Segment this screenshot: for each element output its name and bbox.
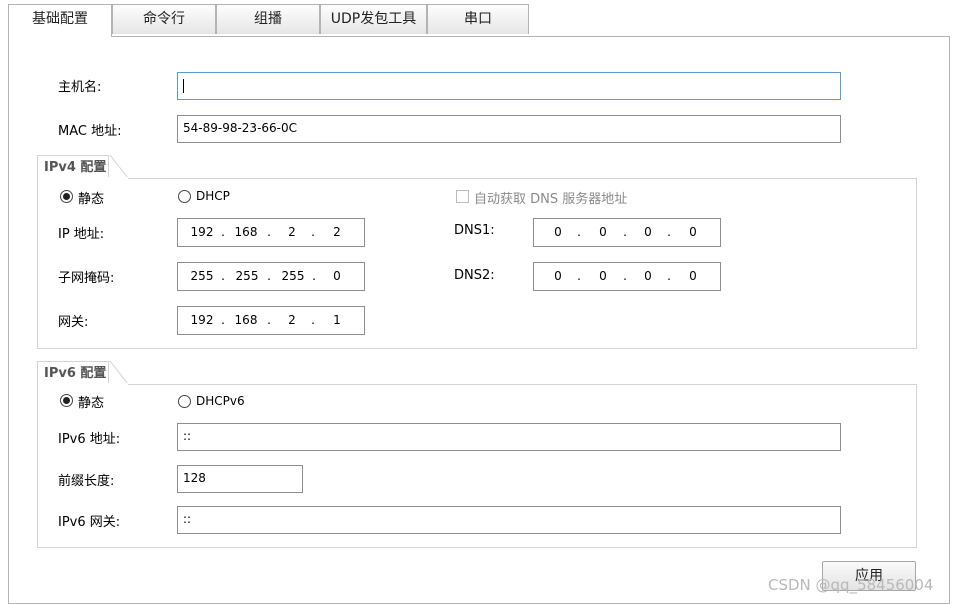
- tab-basic-config[interactable]: 基础配置: [8, 4, 112, 37]
- dns2-octet-2: 0: [599, 269, 607, 283]
- dot-separator: .: [312, 269, 316, 283]
- dns1-octet-3: 0: [644, 225, 652, 239]
- tab-command-line[interactable]: 命令行: [112, 4, 216, 34]
- ipv4-group-title: IPv4 配置: [37, 155, 109, 179]
- mask-octet-2: 255: [235, 269, 259, 283]
- mac-address-field[interactable]: 54-89-98-23-66-0C: [177, 115, 841, 143]
- dot-separator: .: [577, 225, 581, 239]
- dns1-label: DNS1:: [454, 223, 495, 238]
- hostname-input[interactable]: [177, 72, 841, 100]
- dot-separator: .: [267, 269, 271, 283]
- dot-separator: .: [623, 225, 627, 239]
- tab-label: 串口: [464, 11, 492, 27]
- gateway-label: 网关:: [58, 315, 89, 330]
- dot-separator: .: [221, 225, 225, 239]
- ipv4-dhcp-radio[interactable]: [178, 190, 191, 203]
- ipv6-gateway-label: IPv6 网关:: [58, 515, 121, 530]
- watermark-text: CSDN @qq_58456004: [768, 576, 934, 594]
- ipv6-static-radio[interactable]: [60, 394, 73, 407]
- gateway-octet-4: 1: [333, 313, 341, 327]
- dot-separator: .: [267, 225, 271, 239]
- tab-serial[interactable]: 串口: [427, 4, 529, 34]
- mask-octet-1: 255: [190, 269, 214, 283]
- tab-label: 命令行: [143, 11, 185, 27]
- tab-bar: 基础配置 命令行 组播 UDP发包工具 串口: [0, 0, 953, 37]
- ipv6-group-title: IPv6 配置: [37, 361, 109, 385]
- ipv6-dhcpv6-label: DHCPv6: [196, 394, 245, 408]
- gateway-octet-2: 168: [234, 313, 258, 327]
- gateway-input[interactable]: 192. 168. 2. 1: [177, 306, 365, 335]
- ipv4-static-radio[interactable]: [60, 190, 73, 203]
- dot-separator: .: [667, 269, 671, 283]
- dot-separator: .: [221, 269, 225, 283]
- auto-dns-label: 自动获取 DNS 服务器地址: [474, 192, 628, 207]
- mask-octet-4: 0: [333, 269, 341, 283]
- ipv6-address-label: IPv6 地址:: [58, 432, 121, 447]
- dot-separator: .: [311, 313, 315, 327]
- ip-octet-1: 192: [190, 225, 214, 239]
- prefix-length-label: 前缀长度:: [58, 474, 115, 489]
- text-caret: [183, 78, 184, 93]
- dot-separator: .: [267, 313, 271, 327]
- ipv4-title-tab-edge: [108, 155, 128, 179]
- auto-dns-checkbox[interactable]: [456, 190, 469, 203]
- dns2-octet-3: 0: [644, 269, 652, 283]
- ip-octet-2: 168: [234, 225, 258, 239]
- ipv4-static-label: 静态: [78, 192, 105, 207]
- dns1-octet-2: 0: [599, 225, 607, 239]
- dns2-label: DNS2:: [454, 268, 495, 283]
- mask-octet-3: 255: [281, 269, 305, 283]
- ip-octet-3: 2: [288, 225, 296, 239]
- tab-label: 组播: [254, 11, 282, 27]
- ipv6-address-input[interactable]: ::: [177, 423, 841, 451]
- dot-separator: .: [623, 269, 627, 283]
- ipv6-title-tab-edge: [108, 361, 128, 385]
- prefix-length-input[interactable]: 128: [177, 465, 303, 493]
- dns1-input[interactable]: 0. 0. 0. 0: [533, 218, 721, 247]
- dns1-octet-4: 0: [689, 225, 697, 239]
- ip-address-input[interactable]: 192. 168. 2. 2: [177, 218, 365, 247]
- dns1-octet-1: 0: [554, 225, 562, 239]
- hostname-label: 主机名:: [58, 80, 102, 95]
- dns2-octet-1: 0: [554, 269, 562, 283]
- dns2-octet-4: 0: [689, 269, 697, 283]
- subnet-mask-label: 子网掩码:: [58, 271, 115, 286]
- ipv4-dhcp-label: DHCP: [196, 189, 230, 203]
- tab-label: UDP发包工具: [330, 11, 417, 27]
- tab-udp-tool[interactable]: UDP发包工具: [320, 4, 427, 34]
- tab-multicast[interactable]: 组播: [216, 4, 320, 34]
- gateway-octet-1: 192: [190, 313, 214, 327]
- dot-separator: .: [221, 313, 225, 327]
- mac-label: MAC 地址:: [58, 124, 122, 139]
- subnet-mask-input[interactable]: 255. 255. 255. 0: [177, 262, 365, 291]
- dot-separator: .: [311, 225, 315, 239]
- dns2-input[interactable]: 0. 0. 0. 0: [533, 262, 721, 291]
- ipv6-dhcpv6-radio[interactable]: [178, 395, 191, 408]
- dot-separator: .: [577, 269, 581, 283]
- ipv6-gateway-input[interactable]: ::: [177, 506, 841, 534]
- gateway-octet-3: 2: [288, 313, 296, 327]
- ip-octet-4: 2: [333, 225, 341, 239]
- dot-separator: .: [667, 225, 671, 239]
- ip-address-label: IP 地址:: [58, 227, 105, 242]
- tab-label: 基础配置: [32, 11, 88, 27]
- ipv6-static-label: 静态: [78, 396, 105, 411]
